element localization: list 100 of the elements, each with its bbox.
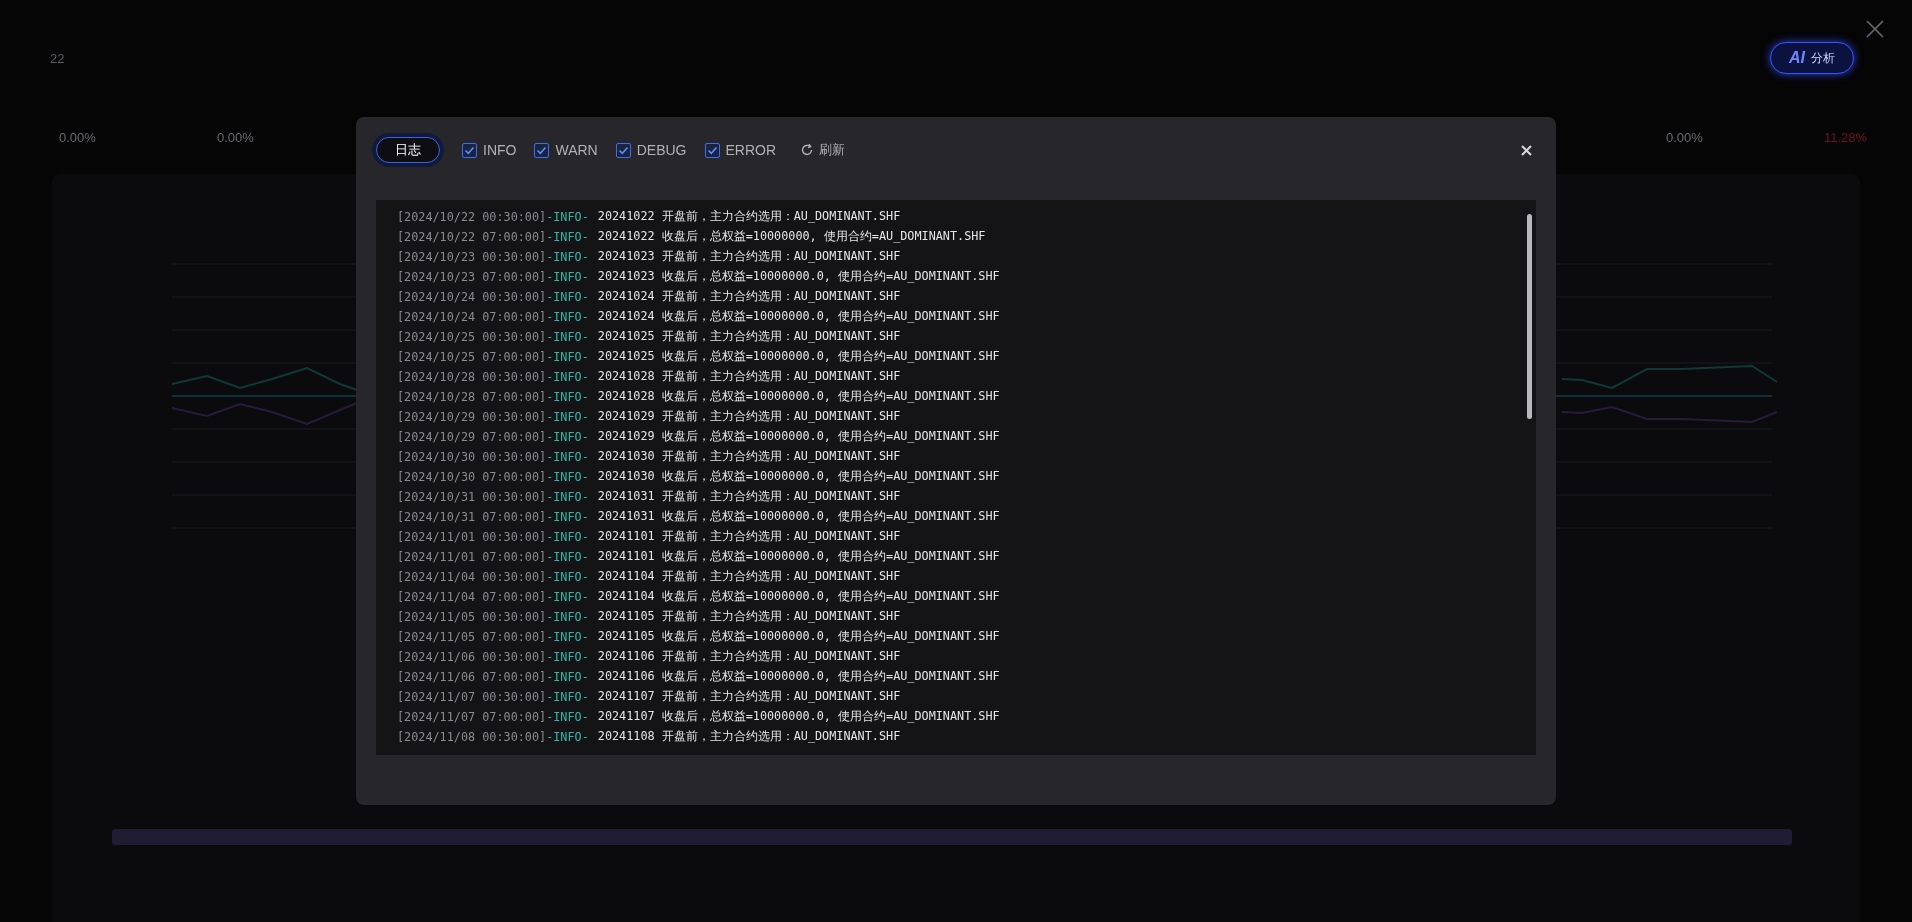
log-message: 20241025 收盘后，总权益=10000000.0, 使用合约=AU_DOMINANT.SHF: [597, 349, 1000, 365]
log-timestamp: [2024/11/01 00:30:00]: [397, 530, 547, 544]
log-timestamp: [2024/10/24 07:00:00]: [397, 310, 547, 324]
refresh-button[interactable]: 刷新: [800, 141, 846, 159]
metric-value: 0.00%: [1666, 130, 1704, 147]
log-level: -INFO-: [546, 330, 589, 344]
log-timestamp: [2024/10/29 00:30:00]: [397, 410, 547, 424]
log-timestamp: [2024/10/29 07:00:00]: [397, 430, 547, 444]
log-message: 20241024 收盘后，总权益=10000000.0, 使用合约=AU_DOMINANT.SHF: [597, 309, 1000, 325]
checkbox[interactable]: [615, 142, 631, 158]
checkmark-icon: [706, 144, 718, 156]
log-message: 20241028 开盘前，主力合约选用：AU_DOMINANT.SHF: [597, 369, 901, 385]
metric-value: 0.00%: [59, 130, 97, 147]
log-level: -INFO-: [546, 290, 589, 304]
log-level: -INFO-: [546, 690, 589, 704]
log-message: 20241106 开盘前，主力合约选用：AU_DOMINANT.SHF: [597, 649, 901, 665]
log-timestamp: [2024/11/01 07:00:00]: [397, 550, 547, 564]
log-level: -INFO-: [546, 570, 589, 584]
log-level: -INFO-: [546, 310, 589, 324]
log-timestamp: [2024/10/31 00:30:00]: [397, 490, 547, 504]
log-message: 20241031 收盘后，总权益=10000000.0, 使用合约=AU_DOMINANT.SHF: [597, 509, 1000, 525]
checkbox[interactable]: [704, 142, 720, 158]
log-message: 20241030 收盘后，总权益=10000000.0, 使用合约=AU_DOMINANT.SHF: [597, 469, 1000, 485]
log-timestamp: [2024/11/06 00:30:00]: [397, 650, 547, 664]
log-timestamp: [2024/11/04 00:30:00]: [397, 570, 547, 584]
checkmark-icon: [617, 144, 629, 156]
metric-value: 11.28%: [1824, 130, 1869, 147]
log-timestamp: [2024/11/05 00:30:00]: [397, 610, 547, 624]
log-level: -INFO-: [546, 370, 589, 384]
checkbox[interactable]: [462, 142, 477, 158]
log-message: 20241104 开盘前，主力合约选用：AU_DOMINANT.SHF: [597, 569, 901, 585]
log-message: 20241101 开盘前，主力合约选用：AU_DOMINANT.SHF: [597, 529, 901, 545]
log-message: 20241105 收盘后，总权益=10000000.0, 使用合约=AU_DOMINANT.SHF: [597, 629, 1000, 645]
filter-label[interactable]: ERROR: [725, 142, 777, 158]
log-level: -INFO-: [546, 590, 589, 604]
log-message: 20241107 收盘后，总权益=10000000.0, 使用合约=AU_DOMINANT.SHF: [597, 709, 1000, 725]
log-level: -INFO-: [546, 230, 589, 244]
log-message: 20241025 开盘前，主力合约选用：AU_DOMINANT.SHF: [597, 329, 901, 345]
log-message: 20241024 开盘前，主力合约选用：AU_DOMINANT.SHF: [597, 289, 901, 305]
log-timestamp: [2024/10/23 07:00:00]: [397, 270, 547, 284]
log-timestamp: [2024/11/08 00:30:00]: [397, 730, 547, 744]
log-level: -INFO-: [546, 730, 589, 744]
log-timestamp: [2024/10/30 00:30:00]: [397, 450, 547, 464]
log-timestamp: [2024/10/23 00:30:00]: [397, 250, 547, 264]
log-timestamp: [2024/10/30 07:00:00]: [397, 470, 547, 484]
log-message: 20241023 收盘后，总权益=10000000.0, 使用合约=AU_DOMINANT.SHF: [597, 269, 1000, 285]
log-message: 20241022 收盘后，总权益=10000000, 使用合约=AU_DOMINANT.SHF: [597, 229, 986, 245]
log-message: 20241028 收盘后，总权益=10000000.0, 使用合约=AU_DOMINANT.SHF: [597, 389, 1000, 405]
log-level: -INFO-: [546, 530, 589, 544]
log-message: 20241029 开盘前，主力合约选用：AU_DOMINANT.SHF: [597, 409, 901, 425]
filter-label[interactable]: DEBUG: [636, 142, 687, 158]
log-level: -INFO-: [546, 270, 589, 284]
log-level: -INFO-: [546, 490, 589, 504]
checkmark-icon: [536, 144, 548, 156]
log-timestamp: [2024/11/07 00:30:00]: [397, 690, 547, 704]
log-level: -INFO-: [546, 550, 589, 564]
log-timestamp: [2024/11/04 07:00:00]: [397, 590, 547, 604]
log-level: -INFO-: [546, 350, 589, 364]
log-message: 20241105 开盘前，主力合约选用：AU_DOMINANT.SHF: [597, 609, 901, 625]
log-message: 20241023 开盘前，主力合约选用：AU_DOMINANT.SHF: [597, 249, 901, 265]
log-level: -INFO-: [546, 650, 589, 664]
log-level: -INFO-: [546, 610, 589, 624]
log-timestamp: [2024/11/06 07:00:00]: [397, 670, 547, 684]
metric-value: 0.00%: [217, 130, 255, 147]
log-message: 20241031 开盘前，主力合约选用：AU_DOMINANT.SHF: [597, 489, 901, 505]
log-level: -INFO-: [546, 410, 589, 424]
log-level: -INFO-: [546, 710, 589, 724]
refresh-icon: [800, 143, 815, 157]
log-level: -INFO-: [546, 450, 589, 464]
ai-analysis-button[interactable]: AI 分析: [1770, 42, 1854, 74]
log-level: -INFO-: [546, 670, 589, 684]
log-level: -INFO-: [546, 430, 589, 444]
log-message: 20241101 收盘后，总权益=10000000.0, 使用合约=AU_DOMINANT.SHF: [597, 549, 1000, 565]
scrollbar-thumb[interactable]: [1527, 214, 1532, 419]
log-timestamp: [2024/10/25 00:30:00]: [397, 330, 547, 344]
log-message: 20241106 收盘后，总权益=10000000.0, 使用合约=AU_DOMINANT.SHF: [597, 669, 1000, 685]
log-level: -INFO-: [546, 210, 589, 224]
log-timestamp: [2024/10/31 07:00:00]: [397, 510, 547, 524]
account-id: 22: [50, 50, 65, 66]
log-timestamp: [2024/11/05 07:00:00]: [397, 630, 547, 644]
log-message: 20241030 开盘前，主力合约选用：AU_DOMINANT.SHF: [597, 449, 901, 465]
log-timestamp: [2024/10/25 07:00:00]: [397, 350, 547, 364]
filter-label[interactable]: WARN: [555, 142, 598, 158]
log-timestamp: [2024/10/24 00:30:00]: [397, 290, 547, 304]
log-message: 20241104 收盘后，总权益=10000000.0, 使用合约=AU_DOMINANT.SHF: [597, 589, 1000, 605]
close-icon[interactable]: [1521, 144, 1532, 156]
filter-label[interactable]: INFO: [483, 142, 517, 158]
log-message: 20241108 开盘前，主力合约选用：AU_DOMINANT.SHF: [597, 729, 901, 745]
log-message: 20241029 收盘后，总权益=10000000.0, 使用合约=AU_DOMINANT.SHF: [597, 429, 1000, 445]
log-timestamp: [2024/11/07 07:00:00]: [397, 710, 547, 724]
log-level: -INFO-: [546, 390, 589, 404]
log-message: 20241022 开盘前，主力合约选用：AU_DOMINANT.SHF: [597, 209, 901, 225]
checkmark-icon: [464, 144, 475, 156]
log-timestamp: [2024/10/22 07:00:00]: [397, 230, 547, 244]
log-timestamp: [2024/10/22 00:30:00]: [397, 210, 547, 224]
log-timestamp: [2024/10/28 00:30:00]: [397, 370, 547, 384]
log-timestamp: [2024/10/28 07:00:00]: [397, 390, 547, 404]
checkbox[interactable]: [534, 142, 550, 158]
log-level: -INFO-: [546, 250, 589, 264]
log-level: -INFO-: [546, 630, 589, 644]
